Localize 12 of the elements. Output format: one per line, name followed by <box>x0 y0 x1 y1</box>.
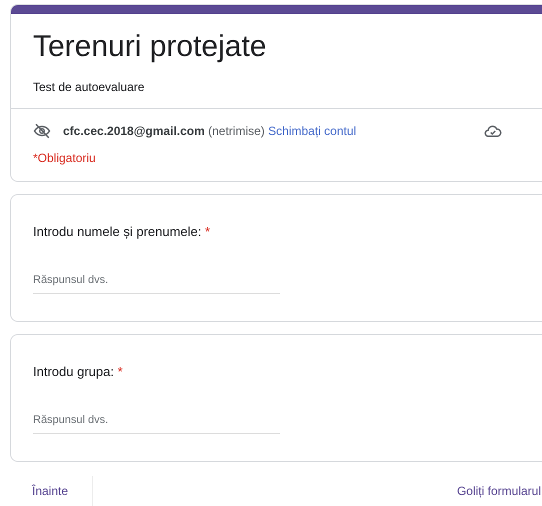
cloud-check-icon <box>484 124 502 138</box>
form-title: Terenuri protejate <box>33 29 268 65</box>
answer-field[interactable]: Răspunsul dvs. <box>33 270 280 294</box>
form-description: Test de autoevaluare <box>33 80 146 94</box>
clear-form-link[interactable]: Goliți formularul <box>456 484 541 498</box>
answer-field[interactable]: Răspunsul dvs. <box>33 410 280 434</box>
question-label: Introdu grupa: * <box>33 364 124 379</box>
required-note: *Obligatoriu <box>32 150 97 167</box>
eye-off-icon <box>33 122 51 140</box>
question-label: Introdu numele și prenumele: * <box>33 224 212 239</box>
account-line: cfc.cec.2018@gmail.com (netrimise) Schimbați contul <box>63 124 358 138</box>
switch-account-link[interactable]: Schimbați contul <box>268 124 356 138</box>
